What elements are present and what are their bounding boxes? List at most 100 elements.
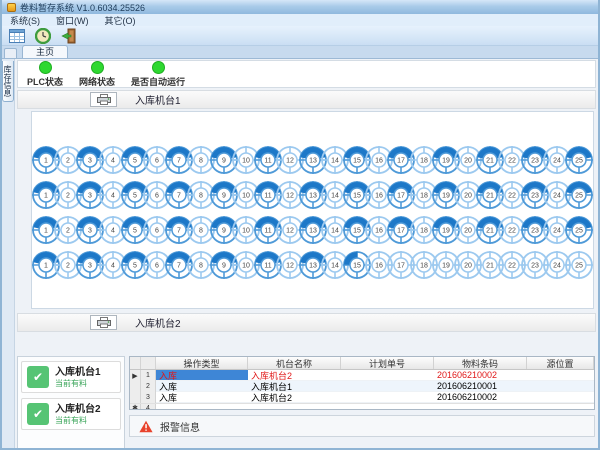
col-header-2[interactable]: 机台名称 <box>248 357 341 369</box>
task-row-3[interactable]: 3入库入库机台2 201606210002 <box>130 392 594 403</box>
row-indicator: ✱ <box>130 404 141 409</box>
slot-row-4: 1234567891011121314151617181920212223242… <box>35 247 590 282</box>
row-number: 3 <box>141 392 156 403</box>
clock-icon[interactable] <box>33 27 52 44</box>
task-area: 操作类型机台名称计划单号物料条码源位置▶1入库入库机台2201606210002… <box>129 356 596 449</box>
task-cell[interactable]: 入库机台2 <box>248 392 341 403</box>
svg-text:1: 1 <box>44 262 48 269</box>
plc-status-indicator: PLC状态 <box>27 61 63 88</box>
task-cell[interactable]: 入库 <box>156 392 248 403</box>
row-indicator: ▶ <box>130 370 141 381</box>
svg-text:23: 23 <box>531 262 539 269</box>
svg-text:15: 15 <box>353 227 361 234</box>
machine2-title: 入库机台2 <box>135 315 181 330</box>
machine2-status-card: ✔ 入库机台2 当前有料 <box>21 398 121 430</box>
menu-system[interactable]: 系统(S) <box>10 14 40 27</box>
svg-text:11: 11 <box>264 227 271 234</box>
menu-other[interactable]: 其它(O) <box>105 14 136 27</box>
svg-text:24: 24 <box>553 227 561 234</box>
task-row-4[interactable]: ✱4 <box>130 403 594 409</box>
task-cell[interactable] <box>527 404 594 409</box>
task-cell[interactable] <box>248 404 341 409</box>
print-button-machine2[interactable] <box>90 315 117 330</box>
alarm-bar[interactable]: 报警信息 <box>129 415 595 437</box>
task-cell[interactable] <box>527 381 594 392</box>
svg-text:11: 11 <box>264 157 271 164</box>
dock-stub-tab[interactable] <box>4 48 17 58</box>
menu-window[interactable]: 窗口(W) <box>56 14 89 27</box>
svg-text:11: 11 <box>264 262 271 269</box>
svg-text:6: 6 <box>155 227 159 234</box>
task-cell[interactable] <box>341 370 434 381</box>
plc-status-label: PLC状态 <box>27 75 63 88</box>
svg-text:22: 22 <box>509 227 517 234</box>
svg-text:1: 1 <box>44 192 48 199</box>
side-dock-strip: 库存信息 <box>2 59 15 450</box>
task-cell[interactable]: 201606210002 <box>434 370 527 381</box>
svg-text:5: 5 <box>133 227 137 234</box>
svg-text:24: 24 <box>553 262 561 269</box>
alarm-label: 报警信息 <box>160 419 200 434</box>
task-row-2[interactable]: 2入库入库机台1201606210001 <box>130 381 594 392</box>
svg-text:21: 21 <box>486 227 494 234</box>
svg-text:21: 21 <box>486 192 494 199</box>
task-cell[interactable] <box>527 392 594 403</box>
task-cell[interactable] <box>341 392 434 403</box>
calendar-icon[interactable] <box>7 27 26 44</box>
task-cell[interactable] <box>341 404 434 409</box>
svg-text:16: 16 <box>375 262 383 269</box>
row-indicator <box>130 392 141 403</box>
machine1-header: 入库机台1 <box>17 90 596 109</box>
exit-icon[interactable] <box>59 27 78 44</box>
svg-text:10: 10 <box>242 227 250 234</box>
svg-text:13: 13 <box>309 227 317 234</box>
col-header-3[interactable]: 计划单号 <box>341 357 434 369</box>
machine1-status-card: ✔ 入库机台1 当前有料 <box>21 361 121 393</box>
col-header-5[interactable]: 源位置 <box>527 357 594 369</box>
network-status-indicator: 网络状态 <box>79 61 115 88</box>
svg-text:5: 5 <box>133 262 137 269</box>
svg-text:12: 12 <box>286 157 294 164</box>
row-number: 4 <box>141 404 156 409</box>
task-cell[interactable] <box>341 381 434 392</box>
side-dock-tab[interactable]: 库存信息 <box>2 61 14 102</box>
task-table-header: 操作类型机台名称计划单号物料条码源位置 <box>130 357 594 370</box>
svg-text:14: 14 <box>331 157 339 164</box>
print-button-machine1[interactable] <box>90 92 117 107</box>
svg-text:3: 3 <box>88 227 92 234</box>
svg-text:16: 16 <box>375 192 383 199</box>
task-cell[interactable] <box>527 370 594 381</box>
svg-text:1: 1 <box>44 227 48 234</box>
svg-text:4: 4 <box>111 262 115 269</box>
svg-text:2: 2 <box>66 262 70 269</box>
task-cell[interactable]: 入库机台1 <box>248 381 341 392</box>
task-row-1[interactable]: ▶1入库入库机台2201606210002 <box>130 370 594 381</box>
svg-text:18: 18 <box>420 227 428 234</box>
row-number-header <box>141 357 156 369</box>
reel-slot-25: 25 <box>564 215 594 245</box>
auto-run-light <box>152 61 165 74</box>
tab-home[interactable]: 主页 <box>22 45 68 58</box>
svg-text:9: 9 <box>222 157 226 164</box>
svg-text:2: 2 <box>66 227 70 234</box>
svg-text:14: 14 <box>331 227 339 234</box>
col-header-1[interactable]: 操作类型 <box>156 357 248 369</box>
svg-text:19: 19 <box>442 227 450 234</box>
task-cell[interactable] <box>434 404 527 409</box>
svg-text:13: 13 <box>309 192 317 199</box>
task-cell[interactable]: 201606210001 <box>434 381 527 392</box>
svg-text:7: 7 <box>177 192 181 199</box>
svg-text:2: 2 <box>66 157 70 164</box>
task-cell[interactable] <box>156 404 248 409</box>
svg-text:5: 5 <box>133 192 137 199</box>
svg-text:17: 17 <box>397 227 405 234</box>
task-cell[interactable]: 201606210002 <box>434 392 527 403</box>
machine2-header: 入库机台2 <box>17 313 596 332</box>
svg-text:19: 19 <box>442 192 450 199</box>
col-header-4[interactable]: 物料条码 <box>434 357 527 369</box>
task-cell[interactable]: 入库 <box>156 381 248 392</box>
task-cell[interactable]: 入库 <box>156 370 248 381</box>
task-cell[interactable]: 入库机台2 <box>248 370 341 381</box>
svg-text:23: 23 <box>531 157 539 164</box>
content-area: PLC状态 网络状态 是否自动运行 <box>15 59 598 450</box>
